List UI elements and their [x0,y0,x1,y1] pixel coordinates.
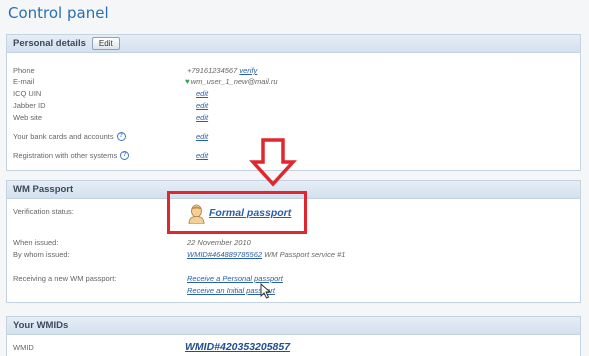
bank-label: Your bank cards and accounts [13,132,114,141]
when-issued-label: When issued: [13,238,59,247]
wmid-label: WMID [13,343,34,352]
registration-row-label: Registration with other systems ? [13,151,130,160]
jabber-edit-link[interactable]: edit [196,101,208,110]
icq-edit-link[interactable]: edit [196,89,208,98]
panel-title: WM Passport [13,184,74,195]
jabber-label: Jabber ID [13,101,46,110]
formal-passport-link[interactable]: Formal passport [209,207,291,219]
bank-edit-link[interactable]: edit [196,132,208,141]
by-whom-label: By whom issued: [13,250,70,259]
your-wmids-panel: Your WMIDs WMID [6,316,581,356]
panel-title: Personal details [13,38,86,49]
email-value: wm_user_1_new@mail.ru [190,77,278,86]
help-icon[interactable]: ? [120,151,130,160]
receiving-label: Receiving a new WM passport: [13,274,117,283]
panel-header: Your WMIDs [7,317,580,335]
page-title: Control panel [8,4,109,22]
verification-label: Verification status: [13,207,74,216]
panel-header: Personal details Edit [7,35,580,53]
website-edit-link[interactable]: edit [196,113,208,122]
by-whom-value: WMID#464889785562 WM Passport service #1 [187,250,345,259]
registration-label: Registration with other systems [13,151,118,160]
website-label: Web site [13,113,43,122]
phone-label: Phone [13,66,35,75]
cursor-icon [260,283,272,299]
heart-icon: ♥ [185,77,190,86]
registration-edit-link[interactable]: edit [196,151,208,160]
email-label: E-mail [13,77,35,86]
bank-row-label: Your bank cards and accounts ? [13,132,126,141]
icq-label: ICQ UIN [13,89,42,98]
when-issued-value: 22 November 2010 [187,238,251,247]
phone-value: +79161234567 [187,66,238,75]
email-row-value: ♥wm_user_1_new@mail.ru [185,77,278,86]
verify-link[interactable]: verify [239,66,257,75]
down-arrow-icon [249,138,297,187]
issuer-wmid-link[interactable]: WMID#464889785562 [187,250,262,259]
phone-row-value: +79161234567 verify [187,66,257,75]
wmid-link[interactable]: WMID#420353205857 [185,341,290,353]
help-icon[interactable]: ? [116,132,126,141]
receive-personal-link[interactable]: Receive a Personal passport [187,274,283,283]
avatar-icon [188,204,205,224]
edit-button[interactable]: Edit [91,37,120,50]
issuer-name: WM Passport service #1 [264,250,346,259]
panel-title: Your WMIDs [13,320,69,331]
